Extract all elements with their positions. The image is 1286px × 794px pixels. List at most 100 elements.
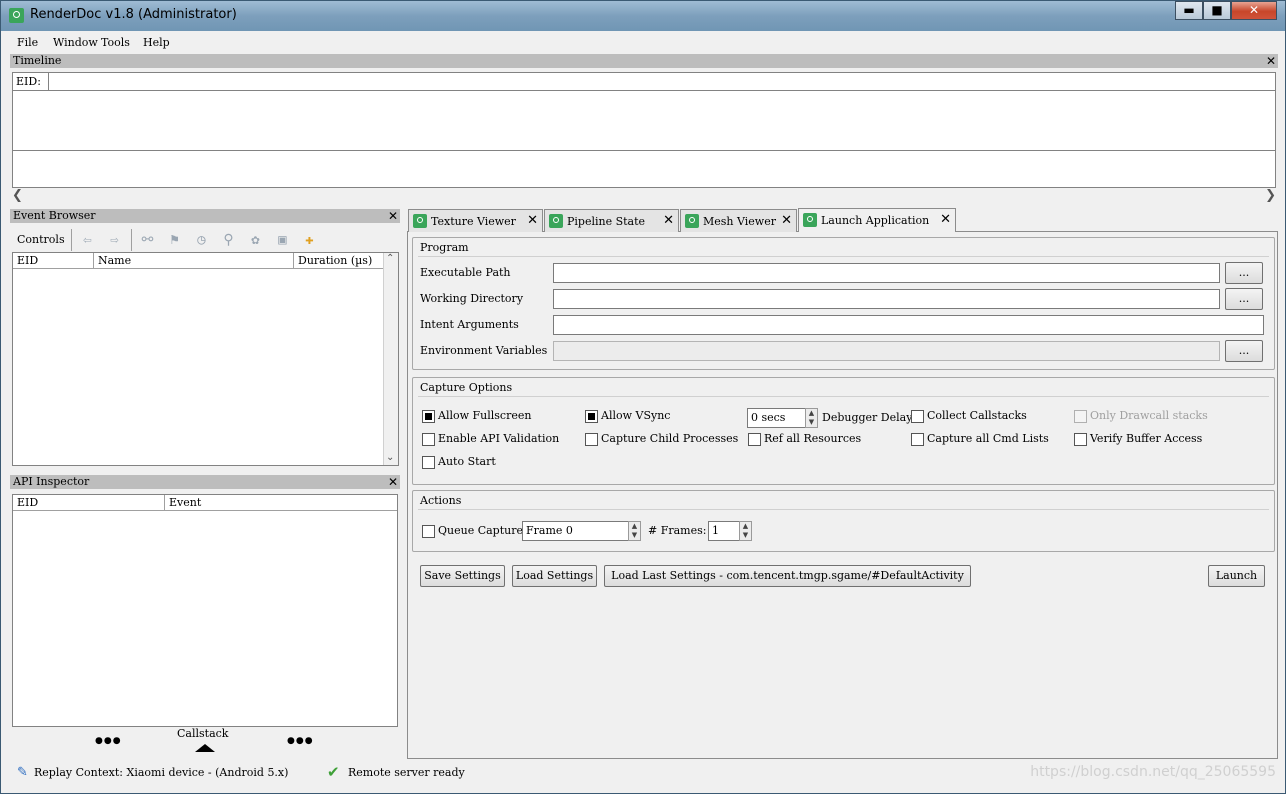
event-list-scrollbar[interactable]: ⌃ ⌄ (383, 253, 398, 465)
allow-fullscreen-label[interactable]: Allow Fullscreen (438, 409, 531, 422)
queue-frame-input[interactable]: Frame 0 (522, 521, 629, 541)
save-settings-button[interactable]: Save Settings (420, 565, 505, 587)
forward-arrow-icon[interactable]: ⇨ (106, 232, 123, 249)
timeline-close-icon[interactable]: ✕ (1266, 54, 1276, 68)
replay-context-icon[interactable]: ✎ (17, 765, 28, 780)
debugger-delay-spinner[interactable]: ▲ ▼ (805, 408, 818, 428)
tab-mesh-viewer[interactable]: Mesh Viewer ✕ (680, 209, 797, 232)
collect-callstacks-checkbox[interactable] (911, 410, 924, 423)
splitter-up-arrow-icon[interactable] (195, 744, 215, 752)
allow-vsync-checkbox[interactable] (585, 410, 598, 423)
capture-all-cmd-lists-label[interactable]: Capture all Cmd Lists (927, 432, 1049, 445)
close-tab-icon[interactable]: ✕ (781, 213, 792, 228)
close-window-button[interactable]: ✕ (1231, 1, 1277, 20)
browse-executable-button[interactable]: ... (1225, 262, 1263, 284)
capture-all-cmd-lists-checkbox[interactable] (911, 433, 924, 446)
timeline-scrollbar[interactable]: ❮ ❯ (10, 188, 1278, 204)
column-eid[interactable]: EID (13, 253, 94, 268)
auto-start-checkbox[interactable] (422, 456, 435, 469)
timeline-area[interactable]: EID: (12, 72, 1276, 188)
replay-context-text[interactable]: Replay Context: Xiaomi device - (Android… (34, 766, 288, 779)
splitter-handle-right[interactable]: ●●● (287, 736, 314, 746)
api-list-header: EID Event (13, 495, 397, 511)
spin-up-icon[interactable]: ▲ (740, 522, 751, 531)
ref-all-resources-label[interactable]: Ref all Resources (764, 432, 861, 445)
group-divider (418, 509, 1269, 510)
load-last-settings-button[interactable]: Load Last Settings - com.tencent.tmgp.sg… (604, 565, 971, 587)
back-arrow-icon[interactable]: ⇦ (79, 232, 96, 249)
spin-up-icon[interactable]: ▲ (629, 522, 640, 531)
event-browser-close-icon[interactable]: ✕ (388, 209, 398, 223)
tab-pipeline-state[interactable]: Pipeline State ✕ (544, 209, 679, 232)
verify-buffer-access-checkbox[interactable] (1074, 433, 1087, 446)
close-tab-icon[interactable]: ✕ (527, 213, 538, 228)
capture-child-processes-checkbox[interactable] (585, 433, 598, 446)
column-name[interactable]: Name (94, 253, 294, 268)
browse-directory-button[interactable]: ... (1225, 288, 1263, 310)
load-settings-button[interactable]: Load Settings (512, 565, 597, 587)
menu-window[interactable]: Window (53, 36, 98, 49)
executable-path-input[interactable] (553, 263, 1220, 283)
queue-capture-label[interactable]: Queue Capture (438, 524, 523, 537)
working-directory-input[interactable] (553, 289, 1220, 309)
flag-icon[interactable]: ⚑ (166, 232, 183, 249)
scroll-right-icon[interactable]: ❯ (1265, 188, 1276, 203)
edit-environment-button[interactable]: ... (1225, 340, 1263, 362)
tab-texture-viewer[interactable]: Texture Viewer ✕ (408, 209, 543, 232)
enable-api-validation-label[interactable]: Enable API Validation (438, 432, 559, 445)
close-tab-icon[interactable]: ✕ (663, 213, 674, 228)
spin-down-icon[interactable]: ▼ (629, 531, 640, 540)
menu-help[interactable]: Help (143, 36, 170, 49)
tab-launch-application[interactable]: Launch Application ✕ (798, 208, 956, 232)
clock-icon[interactable]: ◷ (193, 232, 210, 249)
only-drawcall-stacks-checkbox[interactable] (1074, 410, 1087, 423)
scroll-left-icon[interactable]: ❮ (12, 188, 23, 203)
scroll-down-icon[interactable]: ⌄ (386, 452, 394, 463)
puzzle-icon[interactable]: ✚ (301, 232, 318, 249)
callstack-label[interactable]: Callstack (177, 727, 228, 740)
close-tab-icon[interactable]: ✕ (940, 212, 951, 227)
settings-gear-icon[interactable]: ✿ (247, 232, 264, 249)
menu-file[interactable]: File (17, 36, 38, 49)
intent-arguments-input[interactable] (553, 315, 1264, 335)
spin-up-icon[interactable]: ▲ (806, 409, 817, 418)
column-duration[interactable]: Duration (µs) (294, 253, 383, 268)
menu-tools[interactable]: Tools (101, 36, 130, 49)
intent-arguments-label: Intent Arguments (420, 318, 519, 331)
working-directory-label: Working Directory (420, 292, 524, 305)
title-bar[interactable]: RenderDoc v1.8 (Administrator) ▬ ■ ✕ (1, 1, 1285, 31)
group-divider (418, 256, 1269, 257)
column-api-eid[interactable]: EID (13, 495, 165, 510)
ref-all-resources-checkbox[interactable] (748, 433, 761, 446)
minimize-button[interactable]: ▬ (1175, 1, 1203, 20)
timeline-divider (13, 150, 1275, 151)
scroll-up-icon[interactable]: ⌃ (386, 253, 394, 264)
allow-vsync-label[interactable]: Allow VSync (601, 409, 670, 422)
verify-buffer-access-label[interactable]: Verify Buffer Access (1090, 432, 1202, 445)
enable-api-validation-checkbox[interactable] (422, 433, 435, 446)
only-drawcall-stacks-label[interactable]: Only Drawcall stacks (1090, 409, 1208, 422)
api-inspector-close-icon[interactable]: ✕ (388, 475, 398, 489)
spin-down-icon[interactable]: ▼ (740, 531, 751, 540)
save-icon[interactable]: ▣ (274, 232, 291, 249)
allow-fullscreen-checkbox[interactable] (422, 410, 435, 423)
splitter-handle-left[interactable]: ●●● (95, 736, 122, 746)
frames-count-input[interactable]: 1 (708, 521, 740, 541)
auto-start-label[interactable]: Auto Start (438, 455, 496, 468)
event-list[interactable]: EID Name Duration (µs) ⌃ ⌄ (12, 252, 399, 466)
capture-child-processes-label[interactable]: Capture Child Processes (601, 432, 738, 445)
binoculars-icon[interactable]: ⚯ (139, 232, 156, 249)
bookmark-icon[interactable]: ⚲ (220, 232, 237, 249)
api-event-list[interactable]: EID Event (12, 494, 398, 727)
environment-variables-input[interactable] (553, 341, 1220, 361)
collect-callstacks-label[interactable]: Collect Callstacks (927, 409, 1027, 422)
launch-button[interactable]: Launch (1208, 565, 1265, 587)
launch-application-icon (803, 213, 817, 227)
queue-capture-checkbox[interactable] (422, 525, 435, 538)
column-api-event[interactable]: Event (165, 495, 397, 510)
frames-count-spinner[interactable]: ▲ ▼ (739, 521, 752, 541)
debugger-delay-input[interactable]: 0 secs (747, 408, 806, 428)
spin-down-icon[interactable]: ▼ (806, 418, 817, 427)
queue-frame-spinner[interactable]: ▲ ▼ (628, 521, 641, 541)
maximize-button[interactable]: ■ (1203, 1, 1231, 20)
